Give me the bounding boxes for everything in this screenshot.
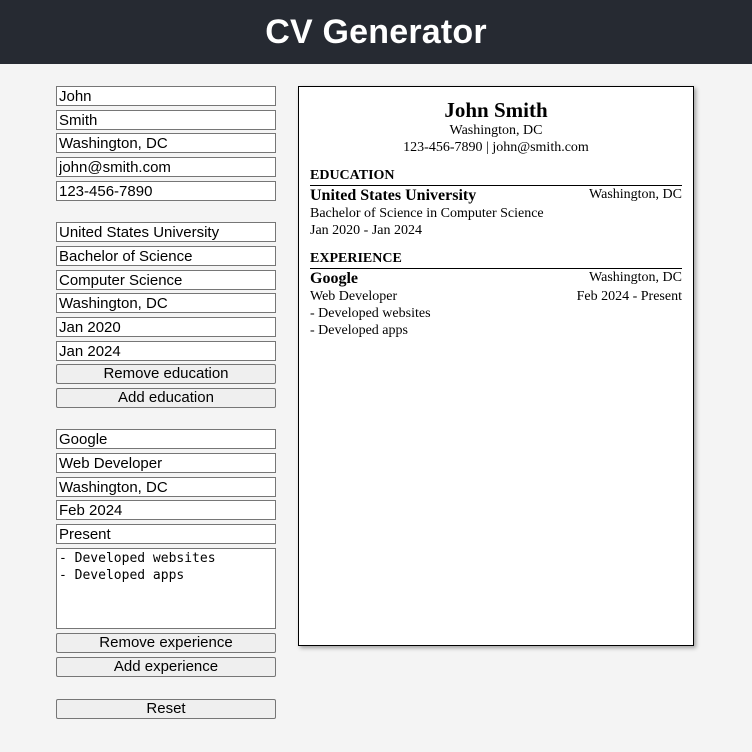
field-of-study-input[interactable] [56, 270, 276, 290]
reset-button[interactable]: Reset [56, 699, 276, 719]
phone-input[interactable] [56, 181, 276, 201]
experience-location-input[interactable] [56, 477, 276, 497]
education-start-input[interactable] [56, 317, 276, 337]
location-input[interactable] [56, 133, 276, 153]
cv-experience-dates: Feb 2024 - Present [576, 289, 682, 304]
position-input[interactable] [56, 453, 276, 473]
remove-education-button[interactable]: Remove education [56, 364, 276, 384]
education-entry-header: United States University Washington, DC [310, 187, 682, 205]
add-education-button[interactable]: Add education [56, 388, 276, 408]
cv-company: Google [310, 270, 358, 287]
cv-bullet: - Developed websites [310, 306, 431, 321]
app-title: CV Generator [265, 12, 487, 51]
cv-position: Web Developer [310, 289, 398, 304]
education-heading: EDUCATION [310, 168, 682, 186]
cv-name: John Smith [444, 98, 548, 122]
degree-input[interactable] [56, 246, 276, 266]
first-name-input[interactable] [56, 86, 276, 106]
cv-education-location: Washington, DC [589, 187, 682, 202]
company-input[interactable] [56, 429, 276, 449]
experience-position-row: Web Developer Feb 2024 - Present [310, 289, 682, 305]
cv-bullet: - Developed apps [310, 323, 408, 338]
app-header: CV Generator [0, 0, 752, 64]
cv-experience-location: Washington, DC [589, 270, 682, 285]
email-input[interactable] [56, 157, 276, 177]
cv-contact-line: 123-456-7890 | john@smith.com [299, 140, 693, 156]
experience-entry-header: Google Washington, DC [310, 270, 682, 288]
cv-education-dates: Jan 2020 - Jan 2024 [310, 223, 422, 238]
add-experience-button[interactable]: Add experience [56, 657, 276, 677]
cv-email: john@smith.com [492, 140, 589, 155]
education-end-input[interactable] [56, 341, 276, 361]
experience-heading: EXPERIENCE [310, 251, 682, 269]
school-input[interactable] [56, 222, 276, 242]
experience-description-textarea[interactable]: - Developed websites - Developed apps [56, 548, 276, 629]
remove-experience-button[interactable]: Remove experience [56, 633, 276, 653]
cv-preview: John Smith Washington, DC 123-456-7890 |… [298, 86, 694, 646]
cv-phone: 123-456-7890 [403, 140, 483, 155]
experience-start-input[interactable] [56, 500, 276, 520]
last-name-input[interactable] [56, 110, 276, 130]
experience-end-input[interactable] [56, 524, 276, 544]
cv-location: Washington, DC [449, 123, 543, 138]
cv-school: United States University [310, 187, 477, 204]
education-location-input[interactable] [56, 293, 276, 313]
cv-degree: Bachelor of Science in Computer Science [310, 206, 544, 221]
cv-separator: | [486, 140, 489, 155]
